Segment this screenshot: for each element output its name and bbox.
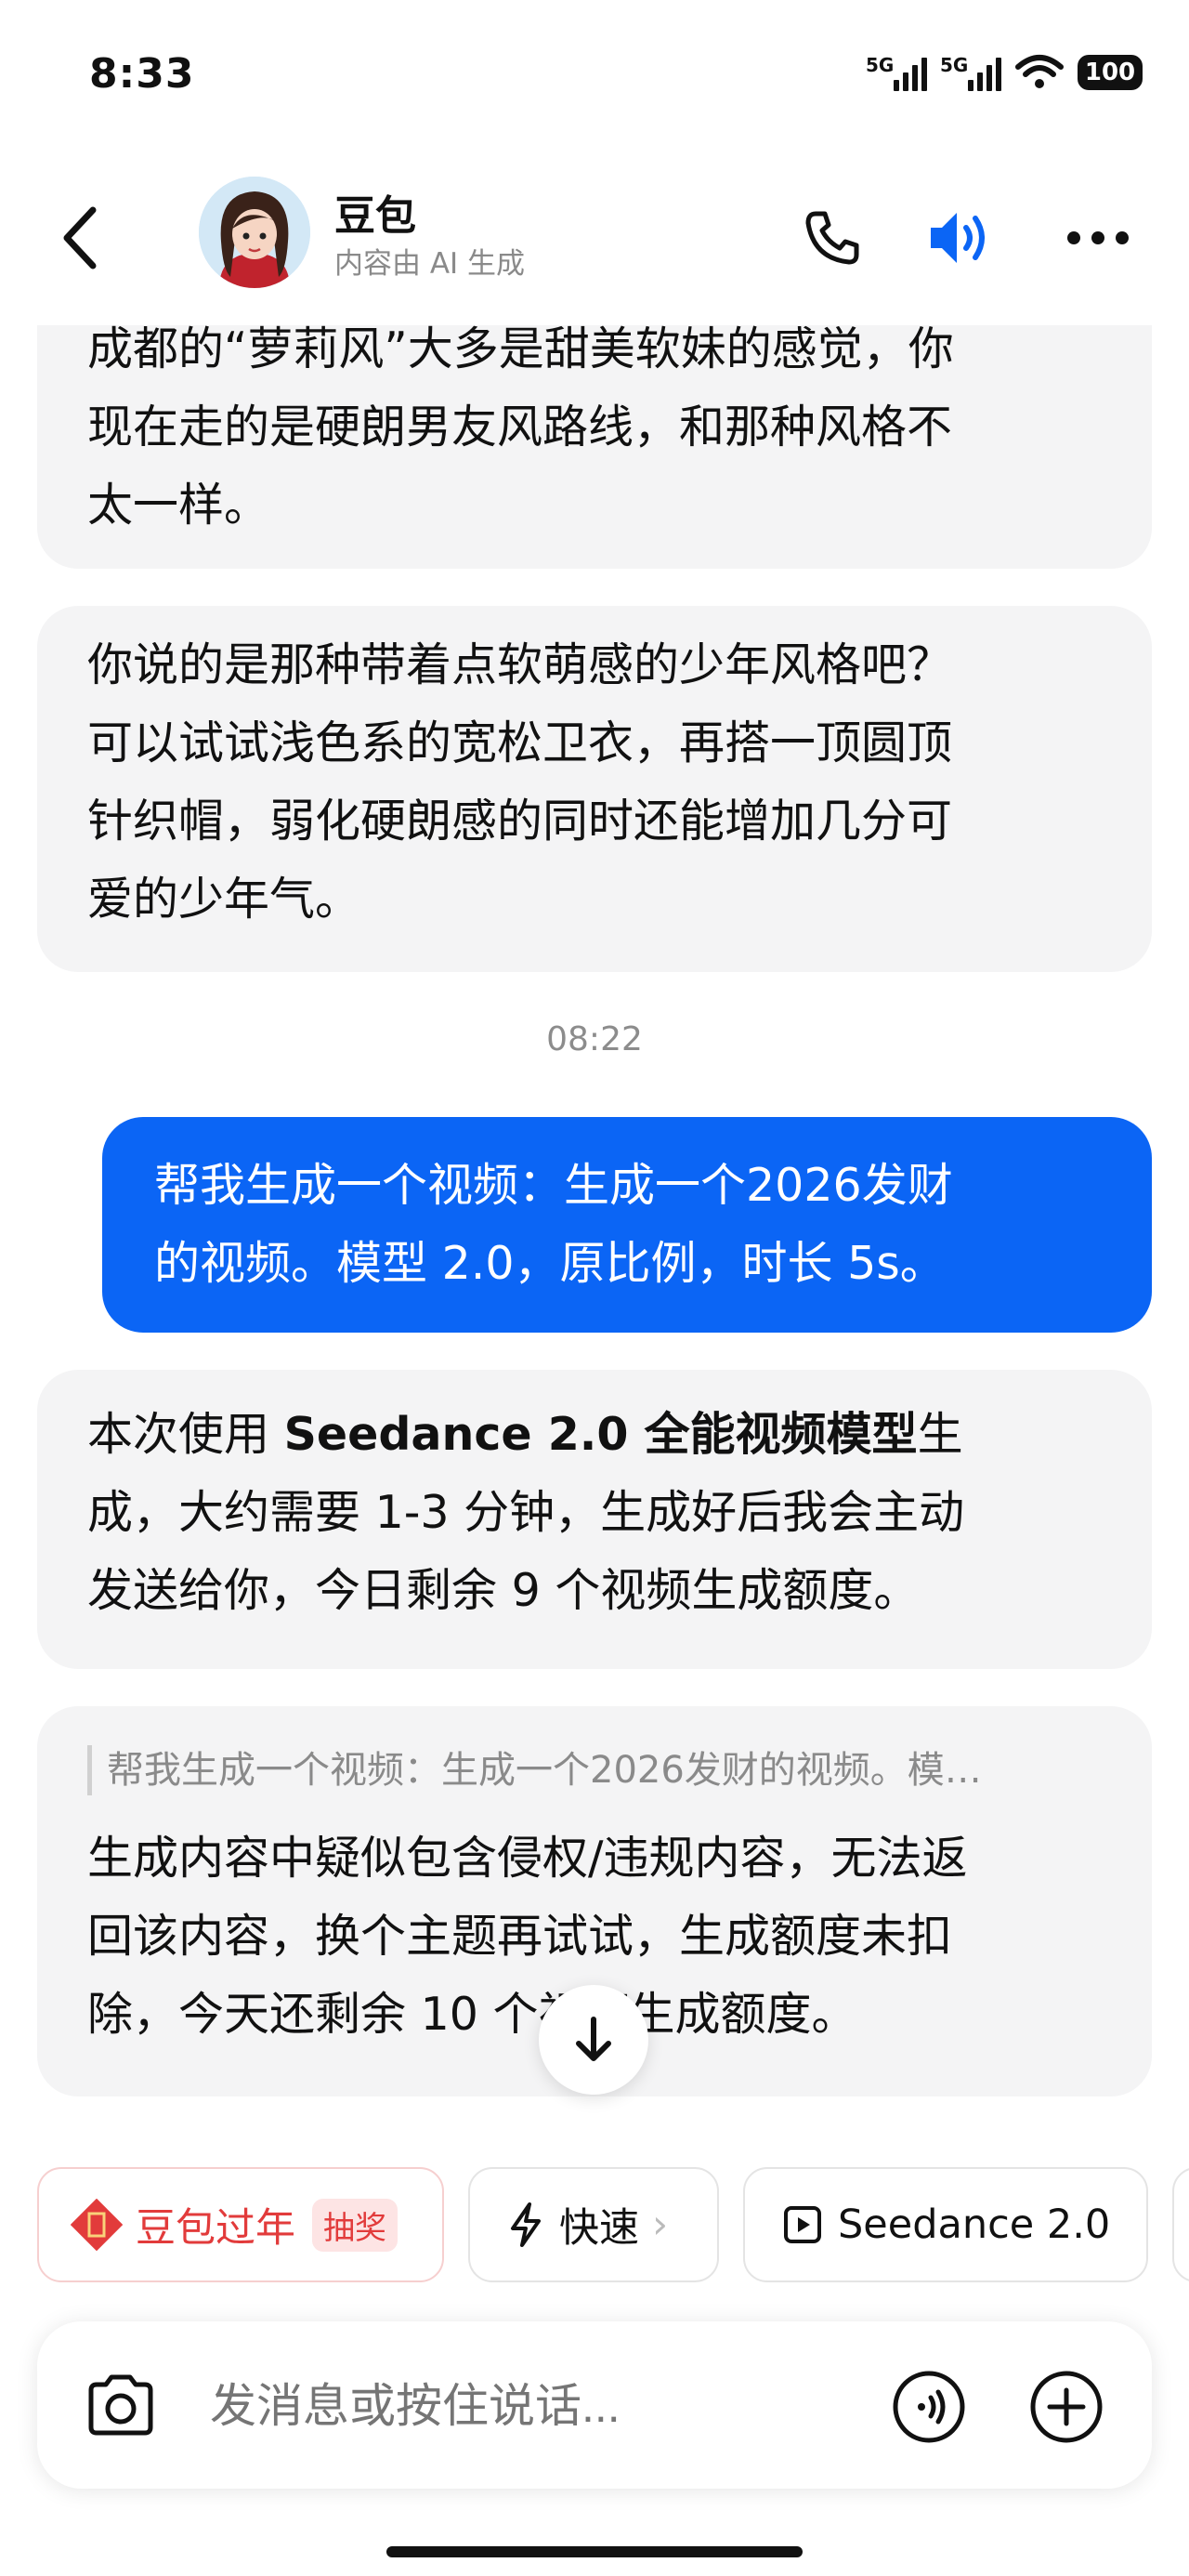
- avatar-illustration: [199, 177, 310, 288]
- fu-icon: [71, 2199, 123, 2251]
- timestamp: 08:22: [546, 1020, 643, 1058]
- battery-icon: 100: [1078, 55, 1143, 90]
- model-chip[interactable]: Seedance 2.0: [743, 2167, 1148, 2282]
- scroll-to-bottom-button[interactable]: [539, 1985, 648, 2095]
- wifi-icon: [1015, 55, 1064, 88]
- call-button[interactable]: [795, 201, 869, 275]
- model-name: Seedance 2.0 全能视频模型: [283, 1408, 918, 1461]
- ai-disclaimer: 内容由 AI 生成: [334, 247, 526, 281]
- add-icon[interactable]: [1029, 2370, 1104, 2444]
- status-bar: 8:33 5G 5G 100: [0, 0, 1189, 158]
- bot-avatar[interactable]: [199, 177, 310, 288]
- ai-message[interactable]: 你说的是那种带着点软萌感的少年风格吧？ 可以试试浅色系的宽松卫衣，再搭一顶圆顶 …: [37, 606, 1152, 972]
- fast-mode-chip[interactable]: 快速 ›: [468, 2167, 719, 2282]
- signal-icon-2: 5G: [940, 54, 1001, 91]
- lightning-icon: [511, 2202, 541, 2247]
- status-time: 8:33: [89, 50, 195, 98]
- speaker-icon: [931, 213, 985, 263]
- back-button[interactable]: [52, 201, 108, 275]
- back-icon: [63, 206, 97, 269]
- user-message[interactable]: 帮我生成一个视频：生成一个2026发财 的视频。模型 2.0，原比例，时长 5s…: [102, 1117, 1152, 1333]
- message-input-bar: [37, 2321, 1152, 2489]
- quick-chips: 豆包过年 抽奖 快速 › Seedance 2.0: [37, 2167, 1189, 2282]
- voice-input-icon[interactable]: [892, 2370, 966, 2444]
- phone-icon: [805, 211, 859, 265]
- message-text: 你说的是那种带着点软萌感的少年风格吧？ 可以试试浅色系的宽松卫衣，再搭一顶圆顶 …: [87, 638, 953, 926]
- lottery-badge: 抽奖: [312, 2198, 398, 2252]
- chevron-right-icon: ›: [652, 2201, 669, 2248]
- home-indicator[interactable]: [386, 2546, 803, 2557]
- more-button[interactable]: [1061, 201, 1135, 275]
- more-chip[interactable]: [1172, 2167, 1189, 2282]
- video-icon: [784, 2206, 821, 2243]
- bot-name[interactable]: 豆包: [334, 182, 416, 242]
- quoted-message[interactable]: 帮我生成一个视频：生成一个2026发财的视频。模…: [87, 1745, 1102, 1795]
- arrow-down-icon: [576, 2017, 611, 2061]
- voice-playback-button[interactable]: [925, 201, 1000, 275]
- signal-icon: 5G: [866, 54, 927, 91]
- more-icon: [1067, 231, 1129, 244]
- message-text: 本次使用 Seedance 2.0 全能视频模型生 成，大约需要 1-3 分钟，…: [87, 1408, 965, 1617]
- chat-header: 豆包 内容由 AI 生成: [0, 167, 1189, 325]
- status-icons: 5G 5G 100: [866, 54, 1143, 91]
- festival-chip[interactable]: 豆包过年 抽奖: [37, 2167, 444, 2282]
- ai-message[interactable]: 本次使用 Seedance 2.0 全能视频模型生 成，大约需要 1-3 分钟，…: [37, 1370, 1152, 1669]
- message-text: 帮我生成一个视频：生成一个2026发财 的视频。模型 2.0，原比例，时长 5s…: [154, 1159, 953, 1290]
- camera-icon[interactable]: [84, 2370, 158, 2440]
- message-input[interactable]: [208, 2372, 899, 2440]
